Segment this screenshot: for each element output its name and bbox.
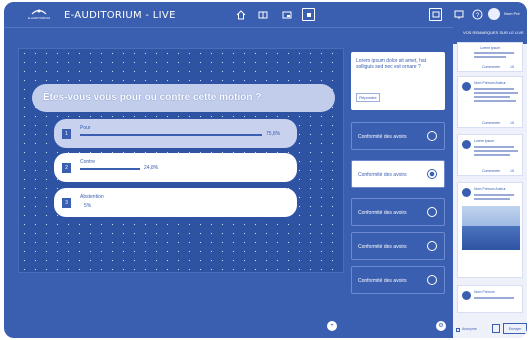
comment-text-line	[474, 146, 514, 148]
comment-text-line	[474, 150, 518, 152]
question-item-label: Conformité des avoirs	[358, 134, 407, 140]
question-item-selected[interactable]: Conformité des avoirs	[351, 160, 445, 188]
expand-icon[interactable]: +	[327, 321, 337, 331]
screen-share-icon[interactable]	[280, 8, 293, 21]
question-item[interactable]: Conformité des avoirs	[351, 198, 445, 226]
comment-author: Nom Prénom	[474, 290, 495, 294]
page-title: E-AUDITORIUM - LIVE	[64, 10, 176, 21]
question-item[interactable]: Conformité des avoirs	[351, 266, 445, 294]
comment-author: Lorem ipsum	[474, 139, 495, 143]
settings-icon[interactable]: ⚙	[436, 321, 446, 331]
logo: E-AUDITORIUM	[28, 7, 50, 23]
radio-icon[interactable]	[427, 241, 437, 251]
poll-answer-1[interactable]: 1 Pour 75,8%	[54, 119, 297, 148]
comment-text-line	[474, 56, 506, 58]
comment-text-line	[474, 52, 514, 54]
comment-text-line	[474, 92, 518, 94]
reply-button[interactable]: Répondre	[356, 93, 380, 102]
like-count[interactable]: 15	[510, 65, 514, 69]
comment-text-line	[474, 96, 510, 98]
comment-post: Nom Prénom Auteur Commenter 15	[457, 76, 523, 128]
comment-post-with-image: Nom Prénom Auteur	[457, 182, 523, 278]
comment-action[interactable]: Commenter	[482, 65, 500, 69]
question-item-label: Conformité des avoirs	[358, 210, 407, 216]
answer-percent: 5%	[84, 203, 92, 209]
author-avatar	[462, 188, 471, 197]
avatar[interactable]	[488, 8, 500, 20]
comment-text-line	[474, 194, 514, 196]
poll-answer-3[interactable]: 3 Abstention 5%	[54, 188, 297, 217]
poll-answer-2[interactable]: 2 Contre 24,8%	[54, 153, 297, 182]
logo-text: E-AUDITORIUM	[28, 16, 50, 20]
comment-text-line	[474, 100, 516, 102]
question-item-label: Conformité des avoirs	[358, 172, 407, 178]
anonymous-label: Anonyme	[462, 327, 477, 331]
featured-question-card: Lorem ipsum dolor sit amet, hat solligui…	[351, 52, 445, 110]
author-avatar	[462, 291, 471, 300]
featured-question-text: Lorem ipsum dolor sit amet, hat solligui…	[356, 58, 427, 70]
radio-icon[interactable]	[427, 207, 437, 217]
svg-text:?: ?	[476, 13, 480, 19]
answer-label: Abstention	[80, 194, 104, 200]
post-image[interactable]	[462, 206, 520, 250]
comment-text-line	[474, 154, 510, 156]
comments-panel-header: VOS REMARQUES SUR LE LIVE	[453, 22, 527, 44]
comment-text-line	[474, 88, 514, 90]
comment-author: Nom Prénom Auteur	[474, 187, 506, 191]
question-item-label: Conformité des avoirs	[358, 244, 407, 250]
comment-post: Lorem ipsum Commenter 15	[457, 134, 523, 176]
app-window: E-AUDITORIUM E-AUDITORIUM - LIVE ? Nom P…	[4, 2, 527, 338]
comment-author: Lorem ipsum	[480, 46, 501, 50]
help-icon[interactable]: ?	[471, 8, 484, 21]
comment-text-line	[474, 297, 514, 299]
top-bar: E-AUDITORIUM E-AUDITORIUM - LIVE ? Nom P…	[4, 2, 527, 28]
fullscreen-icon[interactable]	[302, 8, 315, 21]
answer-number: 3	[62, 198, 71, 208]
author-avatar	[462, 140, 471, 149]
chat-icon[interactable]	[429, 8, 442, 21]
answer-bar	[80, 168, 140, 170]
live-stage: Êtes-vous vous pour ou contre cette moti…	[18, 48, 344, 273]
poll-question-text: Êtes-vous vous pour ou contre cette moti…	[43, 92, 262, 103]
answer-percent: 24,8%	[144, 165, 159, 171]
answer-number: 2	[62, 163, 71, 173]
attach-icon[interactable]	[492, 324, 500, 333]
radio-icon[interactable]	[427, 275, 437, 285]
like-count[interactable]: 15	[510, 121, 514, 125]
answer-number: 1	[62, 129, 71, 139]
answer-percent: 75,8%	[266, 131, 281, 137]
comment-post: Lorem ipsum Commenter 15	[457, 42, 523, 72]
answer-bar	[80, 134, 262, 136]
user-name: Nom Pré	[504, 11, 520, 16]
answer-label: Contre	[80, 159, 96, 165]
comment-text-line	[474, 198, 510, 200]
comment-author: Nom Prénom Auteur	[474, 81, 506, 85]
question-item[interactable]: Conformité des avoirs	[351, 232, 445, 260]
question-item-label: Conformité des avoirs	[358, 278, 407, 284]
author-avatar	[462, 82, 471, 91]
comment-post: Nom Prénom	[457, 285, 523, 313]
send-button[interactable]: Envoyer	[503, 323, 527, 334]
logo-icon	[31, 9, 47, 15]
radio-checked-icon[interactable]	[427, 169, 437, 179]
home-icon[interactable]	[234, 8, 247, 21]
comment-action[interactable]: Commenter	[482, 169, 500, 173]
screens-icon[interactable]	[256, 8, 269, 21]
question-item[interactable]: Conformité des avoirs	[351, 122, 445, 150]
present-icon[interactable]	[452, 8, 465, 21]
poll-question: Êtes-vous vous pour ou contre cette moti…	[32, 84, 335, 112]
comment-action[interactable]: Commenter	[482, 121, 500, 125]
anonymous-checkbox[interactable]	[456, 328, 460, 332]
radio-icon[interactable]	[427, 131, 437, 141]
answer-label: Pour	[80, 125, 91, 131]
like-count[interactable]: 15	[510, 169, 514, 173]
